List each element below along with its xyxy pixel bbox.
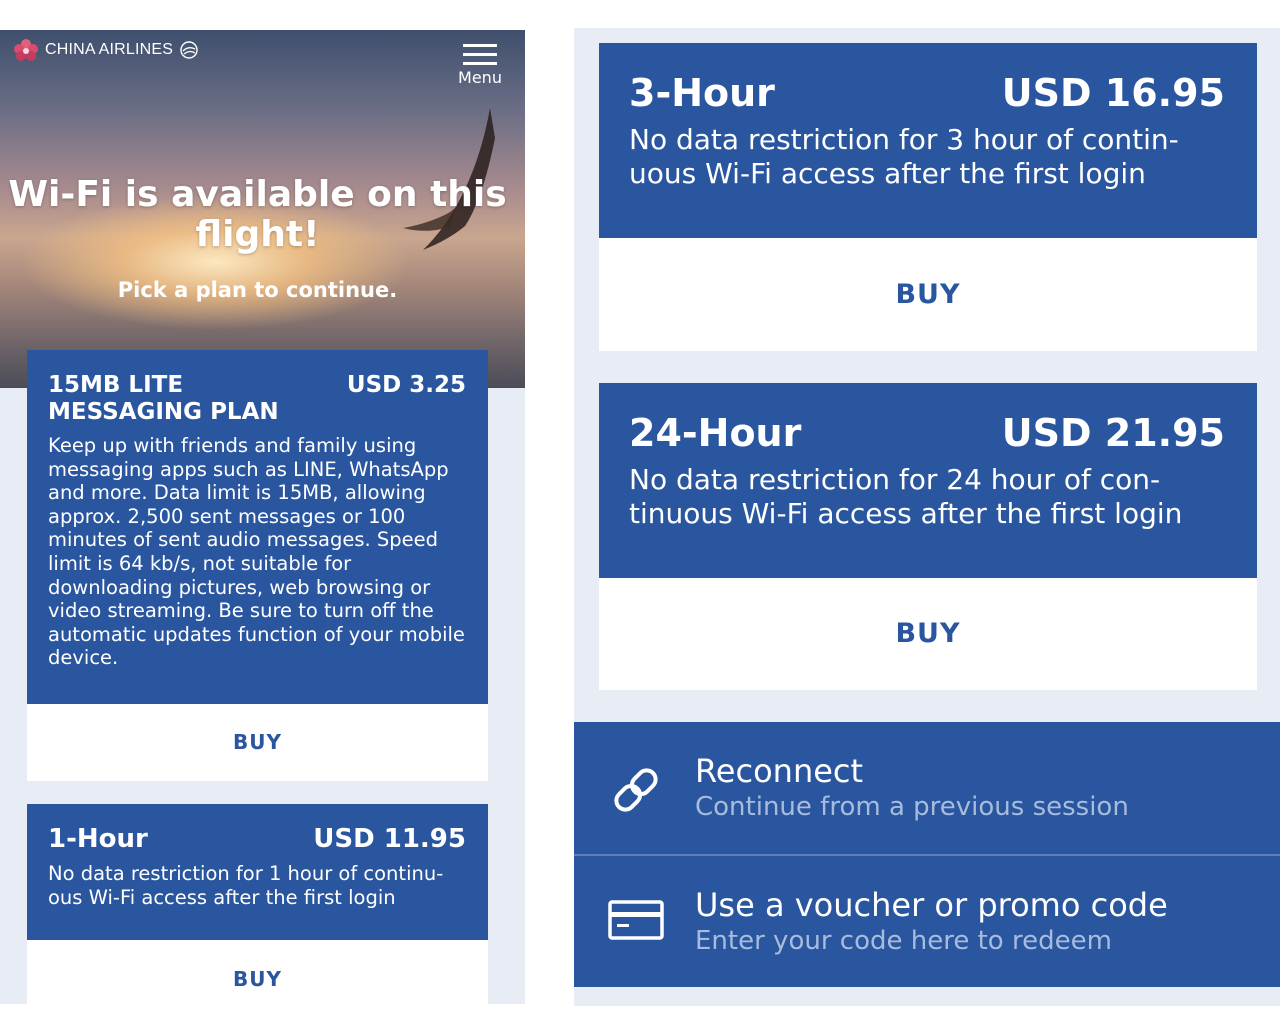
- china-airlines-logo[interactable]: CHINA AIRLINES: [12, 38, 200, 62]
- right-panel: 3-Hour USD 16.95 No data restriction for…: [574, 28, 1280, 1006]
- plan-header: 1-Hour USD 11.95: [48, 824, 466, 854]
- plan-price: USD 3.25: [346, 372, 466, 398]
- link-icon: [614, 768, 658, 812]
- plan-price: USD 11.95: [313, 824, 466, 854]
- voucher-subtitle: Enter your code here to redeem: [695, 926, 1112, 956]
- voucher-title: Use a voucher or promo code: [695, 886, 1168, 924]
- plan-name: 24-Hour: [629, 411, 802, 455]
- reconnect-option[interactable]: Reconnect Continue from a previous sessi…: [574, 722, 1280, 854]
- hero-subtitle: Pick a plan to continue.: [117, 278, 398, 302]
- plan-card-15mb: 15MB LITE MESSAGING PLAN USD 3.25 Keep u…: [27, 350, 488, 704]
- buy-button-3-hour[interactable]: BUY: [599, 238, 1257, 351]
- plan-card-1-hour: 1-Hour USD 11.95 No data restriction for…: [27, 804, 488, 940]
- plum-blossom-icon: [14, 39, 38, 61]
- menu-label: Menu: [458, 68, 502, 87]
- buy-button-24-hour[interactable]: BUY: [599, 578, 1257, 690]
- plan-description: Keep up with friends and family using me…: [48, 434, 465, 670]
- plan-description: No data restriction for 3 hour of contin…: [629, 123, 1179, 190]
- plan-name: 1-Hour: [48, 824, 148, 854]
- brand-name: CHINA AIRLINES: [45, 41, 174, 58]
- plan-header: 24-Hour USD 21.95: [629, 411, 1225, 455]
- plan-description: No data restriction for 1 hour of contin…: [48, 862, 444, 909]
- hero-title: Wi-Fi is available on this flight!: [8, 174, 507, 255]
- buy-button-15mb[interactable]: BUY: [27, 704, 488, 781]
- plan-header: 15MB LITE MESSAGING PLAN USD 3.25: [48, 372, 466, 426]
- plan-name: 15MB LITE MESSAGING PLAN: [48, 372, 279, 425]
- plan-card-24-hour: 24-Hour USD 21.95 No data restriction fo…: [599, 383, 1257, 578]
- menu-button[interactable]: Menu: [452, 44, 508, 94]
- skyteam-icon: [180, 41, 198, 59]
- hero-banner: CHINA AIRLINES Menu Wi-Fi is available o…: [0, 30, 525, 388]
- reconnect-title: Reconnect: [695, 752, 864, 790]
- plan-price: USD 21.95: [1001, 411, 1225, 455]
- plan-card-3-hour: 3-Hour USD 16.95 No data restriction for…: [599, 43, 1257, 238]
- plan-price: USD 16.95: [1001, 71, 1225, 115]
- plan-header: 3-Hour USD 16.95: [629, 71, 1225, 115]
- reconnect-subtitle: Continue from a previous session: [695, 792, 1129, 822]
- plan-name: 3-Hour: [629, 71, 775, 115]
- card-icon: [608, 900, 664, 940]
- left-panel: CHINA AIRLINES Menu Wi-Fi is available o…: [0, 30, 525, 1004]
- buy-button-1-hour[interactable]: BUY: [27, 940, 488, 1004]
- plan-description: No data restriction for 24 hour of con-t…: [629, 463, 1183, 530]
- voucher-option[interactable]: Use a voucher or promo code Enter your c…: [574, 856, 1280, 987]
- hamburger-icon: [463, 44, 497, 65]
